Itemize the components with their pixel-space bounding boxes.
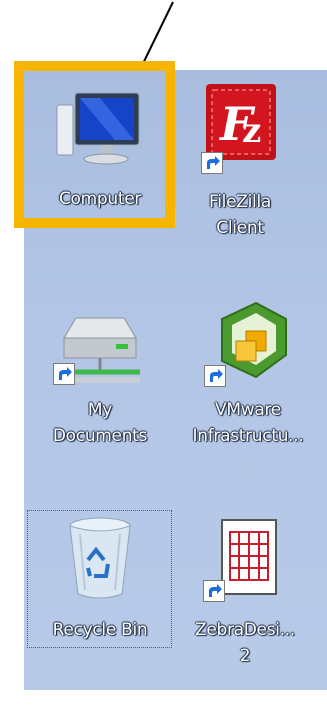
svg-text:z: z	[242, 111, 261, 151]
desktop-icon-filezilla[interactable]: F z FileZilla Client	[180, 82, 300, 247]
icon-label-line-2: Infrastructu...	[192, 426, 304, 446]
shortcut-arrow-icon	[203, 580, 225, 602]
icon-label-line-2: Client	[216, 218, 264, 238]
desktop-icon-recycle-bin[interactable]: Recycle Bin	[36, 512, 164, 647]
icon-label-line-1: Computer	[58, 189, 142, 209]
shortcut-arrow-icon	[53, 363, 75, 385]
icon-label-line-1: FileZilla	[209, 192, 271, 212]
desktop-icon-computer[interactable]: Computer	[36, 82, 164, 222]
shortcut-arrow-icon	[204, 365, 226, 387]
icon-label-line-1: VMware	[215, 400, 281, 420]
desktop-icon-zebradesigner[interactable]: ZebraDesi... 2	[180, 512, 310, 677]
icon-label-line-1: Recycle Bin	[52, 620, 148, 640]
desktop-icon-vmware[interactable]: VMware Infrastructu...	[178, 295, 318, 460]
icon-label-line-2: Documents	[52, 426, 148, 446]
icon-label-line-1: ZebraDesi...	[194, 620, 296, 640]
desktop-icon-my-documents[interactable]: My Documents	[36, 300, 164, 465]
computer-monitor-icon	[56, 92, 140, 165]
icon-label-line-1: My	[87, 400, 113, 420]
shortcut-arrow-icon	[201, 152, 223, 174]
recycle-bin-icon	[69, 517, 131, 599]
icon-label-line-2: 2	[239, 646, 251, 666]
